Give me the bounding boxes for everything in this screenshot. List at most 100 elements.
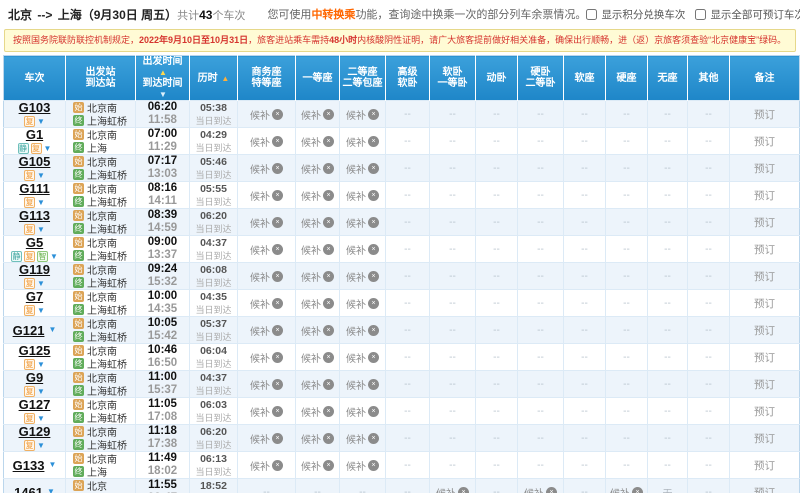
expand-arrow-icon[interactable]: ▼ [37,225,45,234]
waitlist-link[interactable]: 候补× [250,269,283,284]
waitlist-link[interactable]: 候补× [250,215,283,230]
seat-cell: -- [563,181,606,209]
book-button[interactable]: 预订 [754,406,775,418]
expand-arrow-icon[interactable]: ▼ [50,252,58,261]
train-number-link[interactable]: G121 [13,324,45,337]
waitlist-link[interactable]: 候补× [250,404,283,419]
expand-arrow-icon[interactable]: ▼ [37,306,45,315]
waitlist-link[interactable]: 候补× [301,188,334,203]
train-number-link[interactable]: G129 [19,426,51,440]
waitlist-link[interactable]: 候补× [250,296,283,311]
checkbox-show-all-bookable[interactable]: 显示全部可预订车次 [695,7,800,22]
waitlist-link[interactable]: 候补× [524,485,557,493]
waitlist-link[interactable]: 候补× [301,242,334,257]
expand-arrow-icon[interactable]: ▼ [37,387,45,396]
train-number-link[interactable]: G113 [19,210,50,224]
waitlist-link[interactable]: 候补× [346,350,379,365]
waitlist-link[interactable]: 候补× [346,215,379,230]
waitlist-link[interactable]: 候补× [301,323,334,338]
book-button[interactable]: 预订 [754,433,775,445]
waitlist-link[interactable]: 候补× [346,242,379,257]
book-button[interactable]: 预订 [754,271,775,283]
train-number-link[interactable]: G127 [19,399,51,413]
book-button[interactable]: 预订 [754,136,775,148]
book-button[interactable]: 预订 [754,460,775,472]
waitlist-link[interactable]: 候补× [346,107,379,122]
checkbox-points-exchange[interactable]: 显示积分兑换车次 [586,7,685,22]
waitlist-link[interactable]: 候补× [250,350,283,365]
waitlist-link[interactable]: 候补× [301,296,334,311]
train-number-link[interactable]: G125 [19,345,51,359]
sort-icon[interactable]: ▲ [221,74,229,83]
waitlist-link[interactable]: 候补× [346,377,379,392]
book-button[interactable]: 预订 [754,244,775,256]
waitlist-link[interactable]: 候补× [250,377,283,392]
waitlist-link[interactable]: 候补× [250,134,283,149]
train-number-link[interactable]: 1461 [14,486,43,493]
book-button[interactable]: 预订 [754,163,775,175]
waitlist-link[interactable]: 候补× [301,161,334,176]
train-number-link[interactable]: G5 [26,237,43,251]
expand-arrow-icon[interactable]: ▼ [37,117,45,126]
waitlist-link[interactable]: 候补× [301,350,334,365]
book-button[interactable]: 预订 [754,487,775,493]
sort-icon[interactable]: ▲ [159,68,167,77]
waitlist-link[interactable]: 候补× [250,107,283,122]
book-button[interactable]: 预订 [754,298,775,310]
waitlist-link[interactable]: 候补× [301,377,334,392]
train-number-link[interactable]: G133 [13,459,45,472]
train-number-link[interactable]: G105 [19,156,51,170]
waitlist-link[interactable]: 候补× [346,296,379,311]
waitlist-link[interactable]: 候补× [346,404,379,419]
points-exchange-checkbox[interactable] [586,8,598,20]
expand-arrow-icon[interactable]: ▼ [37,441,45,450]
waitlist-link[interactable]: 候补× [346,134,379,149]
train-number-link[interactable]: G103 [19,102,51,116]
expand-arrow-icon[interactable]: ▼ [37,171,45,180]
waitlist-link[interactable]: 候补× [250,188,283,203]
expand-arrow-icon[interactable]: ▼ [37,279,45,288]
waitlist-link[interactable]: 候补× [436,485,469,493]
waitlist-link[interactable]: 候补× [301,215,334,230]
waitlist-link[interactable]: 候补× [250,323,283,338]
expand-arrow-icon[interactable]: ▼ [47,488,55,493]
sort-icon[interactable]: ▼ [159,90,167,99]
waitlist-link[interactable]: 候补× [301,431,334,446]
book-button[interactable]: 预订 [754,352,775,364]
waitlist-link[interactable]: 候补× [301,269,334,284]
waitlist-link[interactable]: 候补× [346,188,379,203]
expand-arrow-icon[interactable]: ▼ [37,414,45,423]
waitlist-link[interactable]: 候补× [250,431,283,446]
book-button[interactable]: 预订 [754,379,775,391]
waitlist-link[interactable]: 候补× [346,269,379,284]
train-number-link[interactable]: G1 [26,129,43,143]
waitlist-link[interactable]: 候补× [346,431,379,446]
expand-arrow-icon[interactable]: ▼ [37,360,45,369]
waitlist-link[interactable]: 候补× [301,107,334,122]
train-number-link[interactable]: G119 [19,264,50,278]
book-button[interactable]: 预订 [754,325,775,337]
waitlist-link[interactable]: 候补× [250,161,283,176]
waitlist-link[interactable]: 候补× [346,323,379,338]
waitlist-link[interactable]: 候补× [301,134,334,149]
waitlist-link[interactable]: 候补× [346,458,379,473]
expand-arrow-icon[interactable]: ▼ [48,461,56,469]
column-header[interactable]: 出发时间 ▲ 到达时间 ▼ [135,55,190,101]
expand-arrow-icon[interactable]: ▼ [37,198,45,207]
train-number-link[interactable]: G9 [26,372,43,386]
train-number-link[interactable]: G111 [19,183,49,197]
book-button[interactable]: 预订 [754,109,775,121]
book-button[interactable]: 预订 [754,217,775,229]
waitlist-link[interactable]: 候补× [250,458,283,473]
waitlist-link[interactable]: 候补× [346,161,379,176]
waitlist-link[interactable]: 候补× [610,485,643,493]
waitlist-link[interactable]: 候补× [301,458,334,473]
waitlist-link[interactable]: 候补× [301,404,334,419]
expand-arrow-icon[interactable]: ▼ [48,326,56,334]
column-header[interactable]: 历时 ▲ [189,55,238,101]
expand-arrow-icon[interactable]: ▼ [44,144,52,153]
book-button[interactable]: 预订 [754,190,775,202]
show-all-bookable-checkbox[interactable] [695,8,707,20]
train-number-link[interactable]: G7 [26,291,43,305]
waitlist-link[interactable]: 候补× [250,242,283,257]
